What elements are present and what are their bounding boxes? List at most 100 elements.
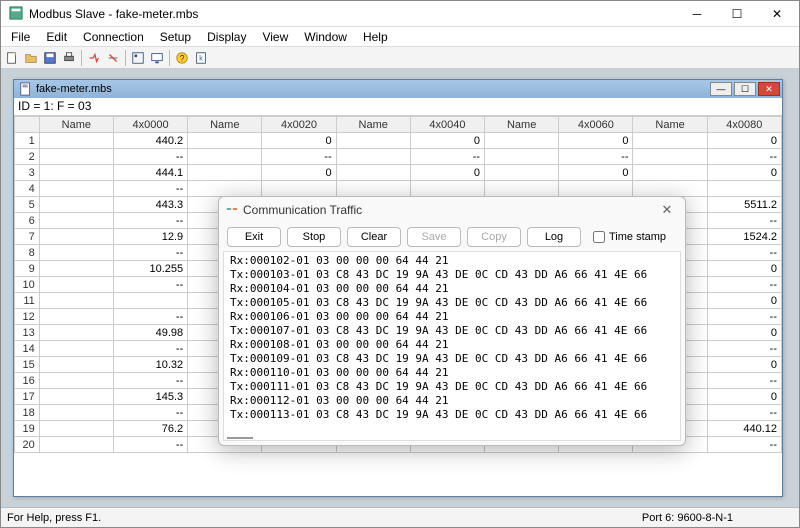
- cell[interactable]: 145.3: [113, 389, 187, 405]
- cell[interactable]: [39, 229, 113, 245]
- cell[interactable]: 5511.2: [707, 197, 781, 213]
- row-number[interactable]: 4: [15, 181, 40, 197]
- cell[interactable]: [39, 325, 113, 341]
- traffic-log-area[interactable]: Rx:000102-01 03 00 00 00 64 44 21 Tx:000…: [223, 251, 681, 441]
- cell[interactable]: [410, 181, 484, 197]
- cell[interactable]: [485, 165, 559, 181]
- cell[interactable]: [559, 181, 633, 197]
- cell[interactable]: --: [113, 341, 187, 357]
- traffic-exit-button[interactable]: Exit: [227, 227, 281, 247]
- timestamp-checkbox-label[interactable]: Time stamp: [593, 231, 666, 243]
- cell[interactable]: 0: [707, 389, 781, 405]
- cell[interactable]: 440.12: [707, 421, 781, 437]
- cell[interactable]: 1524.2: [707, 229, 781, 245]
- row-number[interactable]: 20: [15, 437, 40, 453]
- cell[interactable]: [485, 149, 559, 165]
- row-number[interactable]: 9: [15, 261, 40, 277]
- minimize-button[interactable]: ─: [677, 2, 717, 26]
- cell[interactable]: [633, 165, 707, 181]
- help-icon[interactable]: ?: [173, 49, 191, 67]
- cell[interactable]: --: [113, 181, 187, 197]
- table-row[interactable]: 4 --: [15, 181, 782, 197]
- row-number[interactable]: 5: [15, 197, 40, 213]
- cell[interactable]: 76.2: [113, 421, 187, 437]
- table-row[interactable]: 3444.10000: [15, 165, 782, 181]
- cell[interactable]: [336, 165, 410, 181]
- cell[interactable]: --: [113, 149, 187, 165]
- table-row[interactable]: 2----------: [15, 149, 782, 165]
- cell[interactable]: [707, 181, 781, 197]
- close-button[interactable]: ✕: [757, 2, 797, 26]
- child-close-button[interactable]: ✕: [758, 82, 780, 96]
- col-header[interactable]: 4x0000: [113, 117, 187, 133]
- cell[interactable]: 0: [707, 357, 781, 373]
- cell[interactable]: --: [113, 245, 187, 261]
- cell[interactable]: 210.4: [113, 293, 187, 309]
- cell[interactable]: --: [113, 373, 187, 389]
- cell[interactable]: 12.9: [113, 229, 187, 245]
- cell[interactable]: 0: [707, 165, 781, 181]
- print-icon[interactable]: [60, 49, 78, 67]
- cell[interactable]: --: [707, 245, 781, 261]
- connect-icon[interactable]: [85, 49, 103, 67]
- child-minimize-button[interactable]: —: [710, 82, 732, 96]
- menu-setup[interactable]: Setup: [152, 28, 199, 46]
- traffic-scrollbar[interactable]: [227, 437, 253, 439]
- row-number[interactable]: 19: [15, 421, 40, 437]
- cell[interactable]: [485, 133, 559, 149]
- traffic-stop-button[interactable]: Stop: [287, 227, 341, 247]
- row-number[interactable]: 12: [15, 309, 40, 325]
- row-number[interactable]: 10: [15, 277, 40, 293]
- col-header[interactable]: 4x0020: [262, 117, 336, 133]
- cell[interactable]: --: [113, 277, 187, 293]
- cell[interactable]: 440.2: [113, 133, 187, 149]
- row-number[interactable]: 6: [15, 213, 40, 229]
- cell[interactable]: [188, 133, 262, 149]
- cell[interactable]: 10.255: [113, 261, 187, 277]
- row-number[interactable]: 16: [15, 373, 40, 389]
- menu-window[interactable]: Window: [296, 28, 355, 46]
- cell[interactable]: --: [707, 405, 781, 421]
- cell[interactable]: [39, 197, 113, 213]
- cell[interactable]: 10.32: [113, 357, 187, 373]
- new-icon[interactable]: [3, 49, 21, 67]
- row-number[interactable]: 2: [15, 149, 40, 165]
- cell[interactable]: 0: [410, 133, 484, 149]
- traffic-close-button[interactable]: ✕: [655, 200, 679, 220]
- cell[interactable]: 0: [410, 165, 484, 181]
- cell[interactable]: [39, 309, 113, 325]
- row-number[interactable]: 7: [15, 229, 40, 245]
- cell[interactable]: [39, 261, 113, 277]
- cell[interactable]: [39, 357, 113, 373]
- cell[interactable]: [336, 181, 410, 197]
- cell[interactable]: [39, 341, 113, 357]
- cell[interactable]: --: [113, 309, 187, 325]
- row-number[interactable]: 14: [15, 341, 40, 357]
- col-header[interactable]: 4x0080: [707, 117, 781, 133]
- cell[interactable]: --: [707, 373, 781, 389]
- menu-view[interactable]: View: [254, 28, 296, 46]
- cell[interactable]: [485, 181, 559, 197]
- cell[interactable]: [39, 277, 113, 293]
- menu-connection[interactable]: Connection: [75, 28, 152, 46]
- col-header[interactable]: Name: [39, 117, 113, 133]
- about-icon[interactable]: k: [192, 49, 210, 67]
- cell[interactable]: 0: [262, 165, 336, 181]
- cell[interactable]: --: [707, 309, 781, 325]
- cell[interactable]: --: [707, 213, 781, 229]
- menu-file[interactable]: File: [3, 28, 38, 46]
- cell[interactable]: [39, 405, 113, 421]
- cell[interactable]: 444.1: [113, 165, 187, 181]
- cell[interactable]: 0: [707, 133, 781, 149]
- cell[interactable]: [188, 181, 262, 197]
- traffic-save-button[interactable]: Save: [407, 227, 461, 247]
- col-header[interactable]: 4x0060: [559, 117, 633, 133]
- cell[interactable]: [39, 181, 113, 197]
- cell[interactable]: --: [262, 149, 336, 165]
- cell[interactable]: --: [559, 149, 633, 165]
- setup-icon[interactable]: [129, 49, 147, 67]
- cell[interactable]: [188, 165, 262, 181]
- traffic-clear-button[interactable]: Clear: [347, 227, 401, 247]
- col-header[interactable]: Name: [188, 117, 262, 133]
- col-header[interactable]: 4x0040: [410, 117, 484, 133]
